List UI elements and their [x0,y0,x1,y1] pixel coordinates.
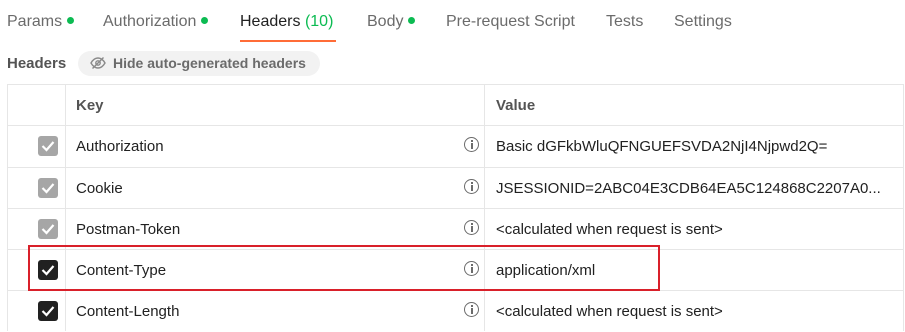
tab-pre-request-script[interactable]: Pre-request Script [446,13,575,31]
row-checkbox[interactable] [38,260,58,280]
checkmark-icon [41,183,55,194]
header-key[interactable]: Authorization [76,138,164,155]
active-tab-indicator [240,40,336,42]
headers-table: Key Value Authorization Basic dGFkbWluQF… [7,84,904,331]
status-dot-icon [408,17,416,24]
table-row: Content-Length <calculated when request … [8,291,903,332]
status-dot-icon [201,17,209,24]
column-header-key: Key [76,97,104,114]
checkmark-icon [41,141,55,152]
header-key[interactable]: Postman-Token [76,221,180,238]
header-key[interactable]: Content-Length [76,303,179,320]
info-icon[interactable] [464,261,479,276]
tab-label: Params [7,13,63,30]
status-dot-icon [67,17,75,24]
row-checkbox[interactable] [38,178,58,198]
info-icon[interactable] [464,137,479,152]
checkmark-icon [41,265,55,276]
tab-label: Body [367,13,404,30]
header-value[interactable]: application/xml [496,262,900,279]
button-label: Hide auto-generated headers [113,55,306,71]
hide-auto-generated-headers-button[interactable]: Hide auto-generated headers [78,51,320,76]
header-key[interactable]: Content-Type [76,262,166,279]
tab-label: Authorization [103,13,197,30]
table-row: Authorization Basic dGFkbWluQFNGUEFSVDA2… [8,126,903,167]
row-checkbox[interactable] [38,301,58,321]
info-icon[interactable] [464,179,479,194]
tab-headers[interactable]: Headers (10) [240,13,333,31]
tab-label: Pre-request Script [446,13,575,30]
section-title: Headers [7,55,67,72]
row-checkbox[interactable] [38,136,58,156]
eye-off-icon [90,57,106,69]
table-row: Postman-Token <calculated when request i… [8,209,903,250]
table-row: Cookie JSESSIONID=2ABC04E3CDB64EA5C12486… [8,168,903,209]
checkmark-icon [41,306,55,317]
tab-label: Headers [240,13,301,30]
tab-label: Tests [606,13,644,30]
info-icon[interactable] [464,220,479,235]
request-tabs: Params Authorization Headers (10) Body P… [0,0,905,44]
info-icon[interactable] [464,302,479,317]
tab-body[interactable]: Body [367,13,416,31]
header-value[interactable]: JSESSIONID=2ABC04E3CDB64EA5C124868C2207A… [496,180,900,197]
tab-params[interactable]: Params [7,13,75,31]
tab-label: Settings [674,13,732,30]
tab-count: (10) [304,13,334,30]
column-header-value: Value [496,97,536,114]
table-row: Content-Type application/xml [8,250,903,291]
header-value[interactable]: <calculated when request is sent> [496,221,900,238]
header-value[interactable]: <calculated when request is sent> [496,303,900,320]
tab-settings[interactable]: Settings [674,13,732,31]
checkmark-icon [41,224,55,235]
tab-authorization[interactable]: Authorization [103,13,209,31]
row-checkbox[interactable] [38,219,58,239]
tab-tests[interactable]: Tests [606,13,643,31]
header-key[interactable]: Cookie [76,180,123,197]
header-value[interactable]: Basic dGFkbWluQFNGUEFSVDA2NjI4Njpwd2Q= [496,138,900,155]
